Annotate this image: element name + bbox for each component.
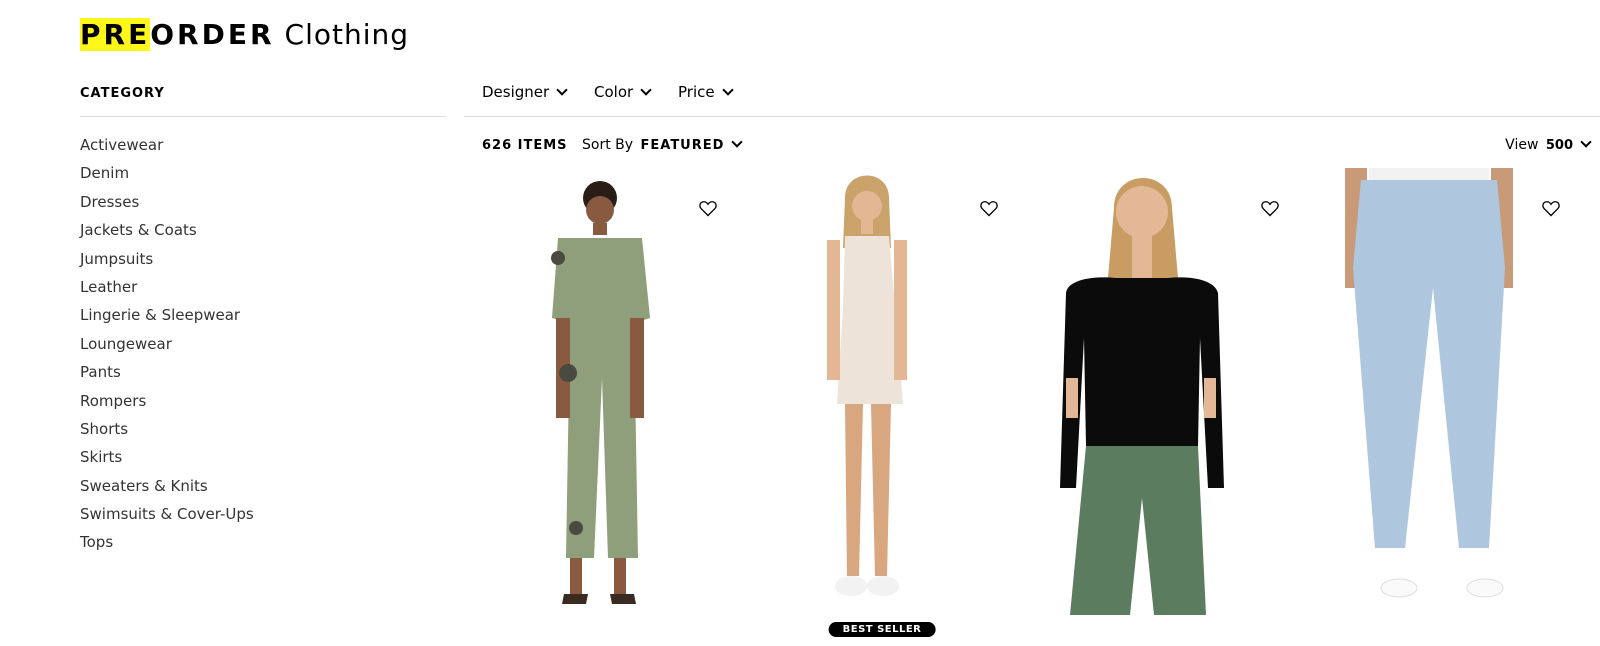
product-image (1345, 168, 1513, 598)
chevron-down-icon (721, 84, 734, 96)
view-label: View (1505, 137, 1539, 153)
heart-icon[interactable] (1260, 198, 1280, 218)
chevron-down-icon (640, 84, 652, 96)
page-title: PREORDER Clothing (80, 18, 409, 52)
category-item[interactable]: Jumpsuits (80, 249, 446, 277)
category-item[interactable]: Tops (80, 532, 446, 560)
product-card[interactable] (1309, 168, 1579, 633)
category-item[interactable]: Denim (80, 163, 446, 191)
sort-dropdown[interactable]: Sort By FEATURED (582, 136, 744, 153)
category-item[interactable]: Lingerie & Sleepwear (80, 305, 446, 333)
category-item[interactable]: Jackets & Coats (80, 220, 446, 248)
category-heading: CATEGORY (80, 86, 446, 117)
sort-value: FEATURED (640, 138, 725, 153)
category-item[interactable]: Loungewear (80, 334, 446, 362)
heart-icon[interactable] (698, 198, 718, 218)
sort-label: Sort By (582, 137, 634, 153)
brand-name: ORDER (150, 18, 275, 51)
price-filter-dropdown[interactable]: Price (678, 83, 734, 101)
price-filter-label: Price (678, 83, 715, 101)
product-image (1060, 178, 1224, 615)
brand-highlight: PRE (80, 18, 151, 51)
results-toolbar: 626 ITEMS Sort By FEATURED View 500 (464, 136, 1600, 160)
chevron-down-icon (556, 84, 568, 96)
view-count-dropdown[interactable]: View 500 (1505, 136, 1592, 153)
category-item[interactable]: Dresses (80, 192, 446, 220)
category-list: Activewear Denim Dresses Jackets & Coats… (80, 135, 446, 561)
view-value: 500 (1545, 138, 1573, 153)
category-item[interactable]: Swimsuits & Cover-Ups (80, 504, 446, 532)
product-card[interactable] (1028, 168, 1298, 633)
page-subtitle: Clothing (284, 18, 409, 51)
designer-filter-dropdown[interactable]: Designer (482, 83, 568, 101)
category-sidebar: CATEGORY Activewear Denim Dresses Jacket… (80, 86, 446, 561)
heart-icon[interactable] (979, 198, 999, 218)
designer-filter-label: Designer (482, 83, 550, 101)
item-count: 626 ITEMS (482, 138, 568, 153)
heart-icon[interactable] (1541, 198, 1561, 218)
chevron-down-icon (1580, 136, 1592, 148)
category-item[interactable]: Rompers (80, 391, 446, 419)
best-seller-badge: BEST SELLER (828, 622, 936, 637)
category-item[interactable]: Shorts (80, 419, 446, 447)
product-card[interactable] (466, 168, 736, 633)
color-filter-dropdown[interactable]: Color (594, 83, 652, 101)
category-item[interactable]: Activewear (80, 135, 446, 163)
product-image (551, 181, 650, 604)
chevron-down-icon (731, 136, 744, 148)
product-image (827, 175, 907, 596)
category-item[interactable]: Skirts (80, 447, 446, 475)
category-item[interactable]: Pants (80, 362, 446, 390)
product-card[interactable]: BEST SELLER (747, 168, 1017, 637)
category-item[interactable]: Sweaters & Knits (80, 476, 446, 504)
color-filter-label: Color (594, 83, 634, 101)
category-item[interactable]: Leather (80, 277, 446, 305)
filter-bar: Designer Color Price (464, 78, 1600, 117)
